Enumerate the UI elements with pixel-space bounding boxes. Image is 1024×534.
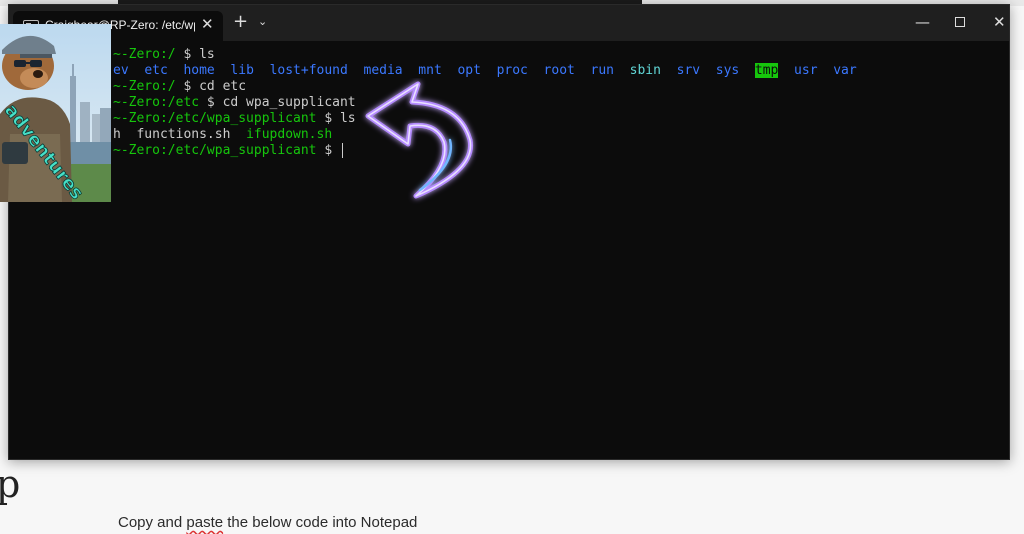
- command-text: $ cd wpa_supplicant: [199, 95, 356, 110]
- dir-entry: media: [363, 63, 403, 78]
- file-entry: h: [113, 127, 121, 142]
- curved-arrow-icon: [360, 78, 480, 212]
- terminal-line: ~-Zero:/ $ ls: [113, 47, 215, 63]
- minimize-icon[interactable]: —: [915, 13, 930, 31]
- command-text: $: [316, 143, 340, 158]
- terminal-line: ~-Zero:/etc/wpa_supplicant $ ls: [113, 111, 356, 127]
- bear-sticker: adventures: [0, 24, 111, 202]
- file-entry-executable: ifupdown.sh: [246, 127, 333, 142]
- dir-entry: srv: [676, 63, 701, 78]
- dir-entry: usr: [794, 63, 818, 78]
- dir-entry: sbin: [629, 63, 661, 78]
- dir-entry: lost+found: [269, 63, 348, 78]
- dir-entry: mnt: [418, 63, 442, 78]
- chevron-down-icon[interactable]: ⌄: [258, 15, 267, 28]
- prompt-path: ~-Zero:/etc/wpa_supplicant: [113, 111, 317, 126]
- command-text: $ ls: [316, 111, 356, 126]
- title-bar[interactable]: Craigbear@RP-Zero: /etc/wpa ✕ + ⌄ — ✕: [9, 5, 1009, 41]
- plus-icon[interactable]: +: [233, 13, 248, 31]
- background-side-panel: [1008, 70, 1024, 370]
- prompt-path: ~-Zero:/: [113, 47, 176, 62]
- text-cursor: [341, 143, 343, 158]
- maximize-icon[interactable]: [955, 17, 965, 27]
- terminal-line-current[interactable]: ~-Zero:/etc/wpa_supplicant $: [113, 143, 343, 159]
- ls-output-root: ev etc home lib lost+found media mnt opt…: [113, 63, 857, 79]
- terminal-line: ~-Zero:/etc $ cd wpa_supplicant: [113, 95, 356, 111]
- close-icon[interactable]: ✕: [201, 15, 214, 33]
- background-instruction: Copy and paste the below code into Notep…: [118, 514, 417, 531]
- prompt-path: ~-Zero:/: [113, 79, 176, 94]
- dir-entry: run: [590, 63, 614, 78]
- terminal-line: ~-Zero:/ $ cd etc: [113, 79, 246, 95]
- dir-entry: etc: [144, 63, 168, 78]
- dir-entry: opt: [457, 63, 481, 78]
- bear-icon: adventures: [0, 24, 111, 202]
- command-text: $ cd etc: [175, 79, 247, 94]
- dir-entry: root: [543, 63, 575, 78]
- background-heading-letter: p: [0, 462, 21, 506]
- file-entry: functions.sh: [136, 127, 231, 142]
- window-close-icon[interactable]: ✕: [993, 13, 1006, 31]
- dir-entry: home: [183, 63, 215, 78]
- ls-output-wpa: h functions.sh ifupdown.sh: [113, 127, 332, 143]
- instruction-misspelled-word: paste: [186, 514, 224, 531]
- prompt-path: ~-Zero:/etc: [113, 95, 200, 110]
- dir-entry: lib: [230, 63, 254, 78]
- dir-entry-highlighted: tmp: [754, 63, 779, 78]
- instruction-prefix: Copy and: [118, 514, 187, 531]
- dir-entry: sys: [715, 63, 740, 78]
- prompt-path: ~-Zero:/etc/wpa_supplicant: [113, 143, 317, 158]
- dir-entry: proc: [496, 63, 528, 78]
- terminal-window[interactable]: Craigbear@RP-Zero: /etc/wpa ✕ + ⌄ — ✕ ~-…: [8, 4, 1010, 460]
- dir-entry: ev: [113, 63, 129, 78]
- instruction-suffix: the below code into Notepad: [223, 514, 418, 531]
- dir-entry: var: [833, 63, 857, 78]
- command-text: $ ls: [175, 47, 215, 62]
- terminal-output[interactable]: ~-Zero:/ $ ls ev etc home lib lost+found…: [9, 41, 1009, 459]
